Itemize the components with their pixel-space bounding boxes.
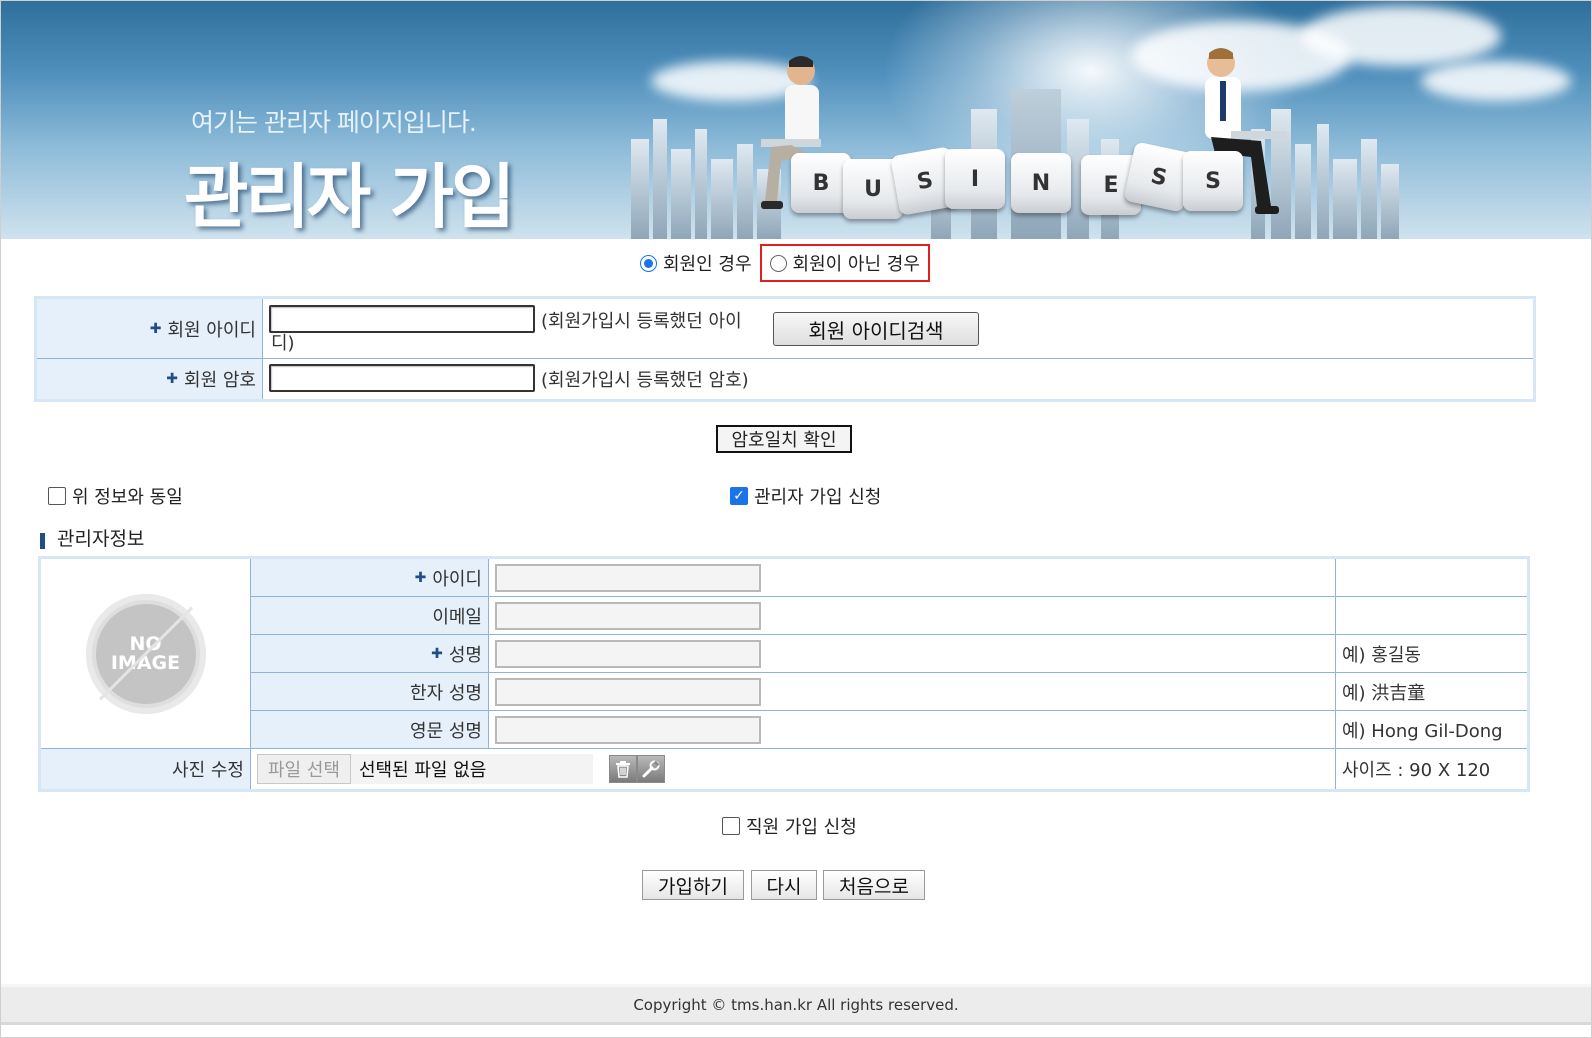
- reset-button[interactable]: 다시: [751, 870, 817, 900]
- password-confirm-button[interactable]: 암호일치 확인: [716, 425, 852, 453]
- same-as-above-checkbox[interactable]: 위 정보와 동일: [48, 483, 183, 509]
- member-password-label: ✚ 회원 암호: [37, 359, 263, 399]
- no-image-text: NO IMAGE: [110, 632, 181, 674]
- required-marker-icon: ✚: [149, 320, 162, 337]
- apply-staff-label[interactable]: 직원 가입 신청: [746, 813, 857, 839]
- admin-email-input[interactable]: [495, 602, 761, 630]
- join-button[interactable]: 가입하기: [642, 870, 744, 900]
- admin-english-name-example: 예) Hong Gil-Dong: [1335, 711, 1527, 748]
- footer: Copyright © tms.han.kr All rights reserv…: [1, 984, 1591, 1025]
- same-as-above-checkbox-control[interactable]: [48, 487, 66, 505]
- radio-non-member-control[interactable]: [769, 254, 787, 272]
- apply-admin-checkbox[interactable]: 관리자 가입 신청: [730, 483, 881, 509]
- required-marker-icon: ✚: [414, 569, 427, 586]
- keyboard-key: S: [1183, 151, 1243, 211]
- profile-photo-cell: NO IMAGE: [41, 559, 251, 749]
- admin-info-title-text: 관리자정보: [57, 528, 145, 550]
- admin-email-label-text: 이메일: [432, 606, 482, 628]
- photo-size-note: 사이즈 : 90 X 120: [1335, 749, 1527, 789]
- admin-english-name-label: 영문 성명: [251, 711, 489, 748]
- home-button[interactable]: 처음으로: [823, 870, 925, 900]
- admin-id-example: [1335, 559, 1527, 596]
- apply-admin-label[interactable]: 관리자 가입 신청: [754, 483, 881, 509]
- photo-file-input[interactable]: 파일 선택 선택된 파일 없음: [257, 754, 593, 784]
- photo-edit-label: 사진 수정: [41, 749, 251, 789]
- admin-email-example: [1335, 597, 1527, 634]
- apply-staff-checkbox[interactable]: 직원 가입 신청: [722, 813, 857, 839]
- copyright-text: Copyright © tms.han.kr All rights reserv…: [633, 995, 959, 1014]
- admin-row-english-name: 영문 성명 예) Hong Gil-Dong: [251, 711, 1527, 749]
- admin-info-section-title: 관리자정보: [40, 524, 144, 551]
- member-login-table: ✚ 회원 아이디 (회원가입시 등록했던 아이 디) 회원 아이디검색 ✚ 회원…: [34, 296, 1536, 402]
- cloud-decoration: [1421, 61, 1571, 101]
- member-id-row: ✚ 회원 아이디 (회원가입시 등록했던 아이 디) 회원 아이디검색: [37, 299, 1533, 359]
- member-password-hint: (회원가입시 등록했던 암호): [541, 370, 749, 391]
- section-bar-icon: [40, 532, 45, 549]
- admin-row-email: 이메일: [251, 597, 1527, 635]
- member-password-input[interactable]: [269, 364, 535, 392]
- admin-hanja-name-label: 한자 성명: [251, 673, 489, 710]
- banner-title: 관리자 가입: [184, 156, 515, 238]
- member-id-search-button[interactable]: 회원 아이디검색: [773, 312, 979, 346]
- admin-email-label: 이메일: [251, 597, 489, 634]
- no-image-placeholder-icon: NO IMAGE: [85, 593, 206, 714]
- photo-edit-row: 사진 수정 파일 선택 선택된 파일 없음 사이즈 : 90 X 120: [41, 749, 1527, 789]
- keyboard-key: I: [945, 149, 1005, 209]
- required-marker-icon: ✚: [166, 371, 179, 387]
- member-id-input[interactable]: [269, 305, 535, 333]
- file-status-text: 선택된 파일 없음: [358, 760, 487, 781]
- file-select-button[interactable]: 파일 선택: [257, 754, 351, 784]
- radio-member-label[interactable]: 회원인 경우: [663, 250, 752, 276]
- apply-admin-checkbox-control[interactable]: [730, 487, 748, 505]
- wrench-icon[interactable]: [637, 755, 665, 783]
- trash-icon[interactable]: [609, 755, 637, 783]
- admin-hanja-name-example: 예) 洪吉童: [1335, 673, 1527, 710]
- member-id-label: ✚ 회원 아이디: [37, 299, 263, 358]
- admin-id-input[interactable]: [495, 564, 761, 592]
- member-password-label-text: 회원 암호: [184, 370, 256, 391]
- radio-member-control[interactable]: [640, 254, 657, 272]
- admin-id-label: ✚ 아이디: [251, 559, 489, 596]
- same-as-above-label[interactable]: 위 정보와 동일: [72, 483, 183, 509]
- required-marker-icon: ✚: [431, 645, 443, 662]
- admin-name-label: ✚ 성명: [251, 635, 489, 672]
- admin-english-name-label-text: 영문 성명: [410, 720, 482, 742]
- member-password-row: ✚ 회원 암호 (회원가입시 등록했던 암호): [37, 359, 1533, 399]
- apply-staff-checkbox-control[interactable]: [722, 817, 740, 835]
- member-id-label-text: 회원 아이디: [167, 319, 256, 341]
- banner-subtitle: 여기는 관리자 페이지입니다.: [191, 108, 477, 137]
- admin-name-example: 예) 홍길동: [1335, 635, 1527, 672]
- admin-row-name: ✚ 성명 예) 홍길동: [251, 635, 1527, 673]
- admin-row-id: ✚ 아이디: [251, 559, 1527, 597]
- cloud-decoration: [1301, 6, 1501, 66]
- keyboard-key: N: [1011, 153, 1071, 213]
- radio-non-member-label[interactable]: 회원이 아닌 경우: [793, 250, 920, 276]
- keyboard-key: B: [791, 153, 851, 213]
- member-type-selector: 회원인 경우 회원이 아닌 경우: [640, 244, 930, 282]
- member-id-hint-line2: 디): [271, 333, 295, 354]
- radio-non-member-highlight[interactable]: 회원이 아닌 경우: [759, 244, 930, 282]
- header-banner: 여기는 관리자 페이지입니다. 관리자 가입 B U S I N E S S: [1, 1, 1591, 239]
- admin-id-label-text: 아이디: [432, 568, 482, 590]
- admin-row-hanja-name: 한자 성명 예) 洪吉童: [251, 673, 1527, 711]
- member-id-hint-line1: (회원가입시 등록했던 아이: [541, 311, 742, 332]
- admin-hanja-name-input[interactable]: [495, 678, 761, 706]
- admin-english-name-input[interactable]: [495, 716, 761, 744]
- radio-member[interactable]: 회원인 경우: [640, 250, 752, 276]
- admin-name-label-text: 성명: [448, 644, 482, 666]
- admin-info-table: NO IMAGE ✚ 아이디 이메일 ✚ 성명 예) 홍길동 한자 성명 예) …: [38, 556, 1530, 792]
- admin-hanja-name-label-text: 한자 성명: [410, 682, 482, 704]
- admin-name-input[interactable]: [495, 640, 761, 668]
